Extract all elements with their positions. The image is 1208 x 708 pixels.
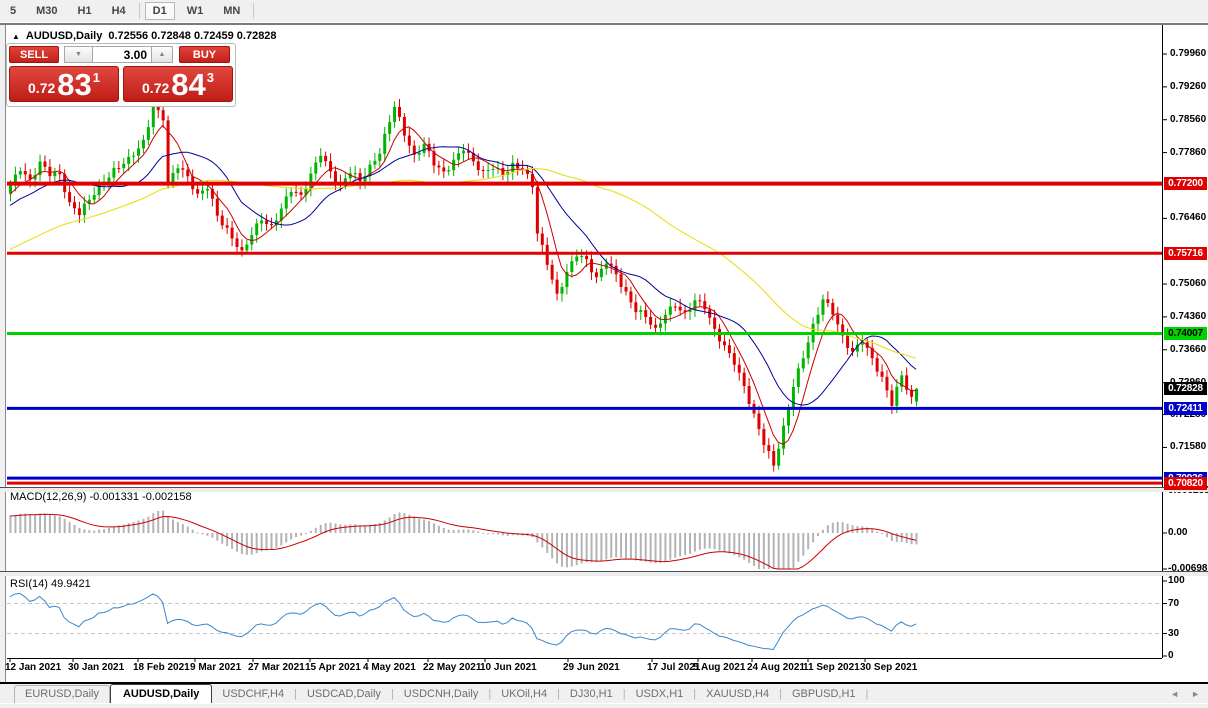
volume-increase-button[interactable]: ▲ bbox=[151, 46, 173, 63]
time-axis-label: 5 Aug 2021 bbox=[693, 662, 746, 673]
rsi-axis-label: 30 bbox=[1168, 627, 1180, 639]
time-axis-label: 30 Sep 2021 bbox=[860, 662, 918, 673]
price-level-badge: 0.74007 bbox=[1164, 326, 1207, 340]
spinner-up-icon: ▲ bbox=[158, 51, 166, 58]
tab-scroll-arrows: ◄ ► bbox=[1170, 689, 1208, 703]
time-axis-label: 10 Jun 2021 bbox=[480, 662, 537, 673]
timeframe-button-h1[interactable]: H1 bbox=[70, 2, 100, 20]
collapse-chart-icon[interactable]: ▲ bbox=[12, 32, 20, 41]
macd-indicator-label: MACD(12,26,9) -0.001331 -0.002158 bbox=[10, 491, 192, 503]
time-axis-label: 27 Mar 2021 bbox=[248, 662, 305, 673]
symbol-tab-usdchf[interactable]: USDCHF,H4 bbox=[212, 686, 294, 703]
sell-price-prefix: 0.72 bbox=[28, 80, 56, 96]
price-level-badge: 0.72828 bbox=[1164, 382, 1207, 396]
tab-scroll-left-icon[interactable]: ◄ bbox=[1170, 689, 1179, 699]
tab-separator: | bbox=[865, 688, 869, 700]
rsi-indicator-label: RSI(14) 49.9421 bbox=[10, 578, 91, 590]
toolbar-separator bbox=[253, 3, 255, 19]
price-level-badge: 0.75716 bbox=[1164, 246, 1207, 260]
sell-price-display[interactable]: 0.72 83 1 bbox=[9, 66, 119, 102]
sell-price-pip: 1 bbox=[92, 70, 100, 85]
price-axis-border bbox=[1162, 25, 1163, 658]
buy-button[interactable]: BUY bbox=[179, 46, 230, 63]
time-axis-label: 11 Sep 2021 bbox=[803, 662, 860, 673]
time-axis-label: 29 Jun 2021 bbox=[563, 662, 620, 673]
tab-scroll-right-icon[interactable]: ► bbox=[1191, 689, 1200, 699]
status-strip bbox=[0, 703, 1208, 708]
timeframe-button-w1[interactable]: W1 bbox=[179, 2, 212, 20]
price-tick-label: 0.79260 bbox=[1170, 80, 1207, 92]
time-axis-label: 24 Aug 2021 bbox=[747, 662, 805, 673]
time-axis-label: 15 Apr 2021 bbox=[305, 662, 361, 673]
spinner-down-icon: ▼ bbox=[75, 51, 82, 58]
price-level-badge: 0.72411 bbox=[1164, 401, 1207, 415]
volume-decrease-button[interactable]: ▼ bbox=[64, 46, 93, 63]
timeframe-button-h4[interactable]: H4 bbox=[104, 2, 134, 20]
volume-input[interactable] bbox=[93, 46, 151, 63]
price-level-badge: 0.77200 bbox=[1164, 177, 1207, 191]
symbol-tab-usdcad[interactable]: USDCAD,Daily bbox=[297, 686, 391, 703]
chart-window bbox=[5, 25, 1208, 682]
price-tick-label: 0.76460 bbox=[1170, 212, 1207, 224]
price-tick-label: 0.73660 bbox=[1170, 343, 1207, 355]
time-axis-label: 9 Mar 2021 bbox=[190, 662, 242, 673]
price-tick-label: 0.78560 bbox=[1170, 113, 1207, 125]
symbol-tab-xauusd[interactable]: XAUUSD,H4 bbox=[696, 686, 779, 703]
buy-price-prefix: 0.72 bbox=[142, 80, 170, 96]
symbol-tab-audusd[interactable]: AUDUSD,Daily bbox=[109, 684, 213, 703]
symbol-tab-gbpusd[interactable]: GBPUSD,H1 bbox=[782, 686, 866, 703]
buy-price-pip: 3 bbox=[206, 70, 214, 85]
timeframe-toolbar: 5 M30 H1 H4 D1 W1 MN bbox=[0, 0, 1208, 22]
timeframe-button-d1[interactable]: D1 bbox=[144, 2, 175, 20]
time-axis-label: 4 May 2021 bbox=[363, 662, 416, 673]
time-axis-label: 22 May 2021 bbox=[423, 662, 482, 673]
time-axis-line bbox=[7, 658, 1162, 659]
sell-button[interactable]: SELL bbox=[9, 46, 59, 63]
price-tick-label: 0.77860 bbox=[1170, 146, 1207, 158]
timeframe-button-m30[interactable]: M30 bbox=[28, 2, 65, 20]
symbol-tab-ukoil[interactable]: UKOil,H4 bbox=[491, 686, 557, 703]
macd-axis-label: 0.00 bbox=[1168, 527, 1188, 538]
sell-price-main: 83 bbox=[57, 67, 92, 102]
symbol-tab-usdcnh[interactable]: USDCNH,Daily bbox=[394, 686, 489, 703]
chart-title: ▲ AUDUSD,Daily 0.72556 0.72848 0.72459 0… bbox=[12, 30, 277, 42]
price-level-badge: 0.70820 bbox=[1164, 476, 1207, 490]
price-tick-label: 0.75060 bbox=[1170, 278, 1207, 290]
symbol-tab-eurusd[interactable]: EURUSD,Daily bbox=[14, 685, 110, 703]
toolbar-separator bbox=[138, 3, 140, 19]
chart-symbol-label: AUDUSD,Daily bbox=[25, 30, 103, 42]
time-axis-label: 18 Feb 2021 bbox=[133, 662, 190, 673]
symbol-tab-bar: EURUSD,Daily AUDUSD,Daily USDCHF,H4 | USDCAD… bbox=[0, 684, 1208, 703]
symbol-tab-usdx[interactable]: USDX,H1 bbox=[626, 686, 694, 703]
rsi-axis-label: 70 bbox=[1168, 597, 1180, 609]
price-tick-label: 0.74360 bbox=[1170, 310, 1207, 322]
rsi-axis-label: 100 bbox=[1168, 575, 1185, 586]
one-click-trading-panel: SELL ▼ ▲ BUY 0.72 83 1 0.72 84 3 bbox=[6, 43, 236, 107]
rsi-pane-splitter-gap bbox=[0, 572, 1208, 576]
price-tick-label: 0.79960 bbox=[1170, 48, 1207, 59]
symbol-tab-dj30[interactable]: DJ30,H1 bbox=[560, 686, 623, 703]
buy-price-main: 84 bbox=[171, 67, 206, 102]
price-tick-label: 0.71580 bbox=[1170, 441, 1207, 453]
time-axis-label: 12 Jan 2021 bbox=[5, 662, 62, 673]
timeframe-button-mn[interactable]: MN bbox=[215, 2, 248, 20]
chart-ohlc-values: 0.72556 0.72848 0.72459 0.72828 bbox=[108, 30, 277, 42]
buy-price-display[interactable]: 0.72 84 3 bbox=[123, 66, 233, 102]
rsi-axis-label: 0 bbox=[1168, 650, 1174, 661]
time-axis-label: 30 Jan 2021 bbox=[68, 662, 125, 673]
timeframe-button-5[interactable]: 5 bbox=[2, 2, 24, 20]
